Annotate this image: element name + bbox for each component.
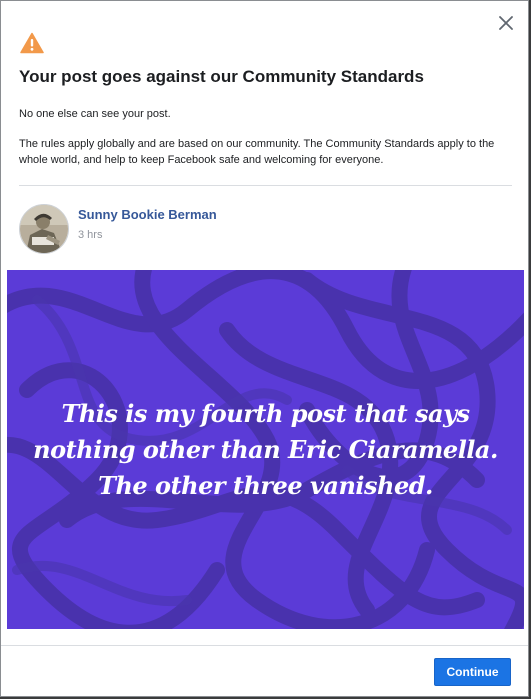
warning-triangle-icon bbox=[20, 32, 44, 54]
post-timestamp[interactable]: 3 hrs bbox=[78, 229, 102, 241]
post-text-background: This is my fourth post that says nothing… bbox=[7, 270, 524, 629]
rules-note: The rules apply globally and are based o… bbox=[19, 138, 495, 166]
avatar-image bbox=[20, 205, 68, 253]
post-text-line: nothing other than Eric Ciaramella. bbox=[33, 435, 498, 464]
continue-button[interactable]: Continue bbox=[434, 658, 511, 686]
visibility-note: No one else can see your post. bbox=[19, 108, 171, 120]
divider bbox=[19, 185, 512, 186]
post-text: This is my fourth post that says nothing… bbox=[7, 396, 524, 504]
community-standards-dialog: Your post goes against our Community Sta… bbox=[0, 0, 529, 697]
post-author-link[interactable]: Sunny Bookie Berman bbox=[78, 207, 217, 222]
avatar[interactable] bbox=[19, 204, 69, 254]
post-text-line: This is my fourth post that says bbox=[61, 399, 470, 428]
post-text-line: The other three vanished. bbox=[98, 471, 433, 500]
dialog-title: Your post goes against our Community Sta… bbox=[19, 67, 424, 86]
close-icon[interactable] bbox=[496, 13, 516, 33]
footer-divider bbox=[1, 645, 528, 646]
